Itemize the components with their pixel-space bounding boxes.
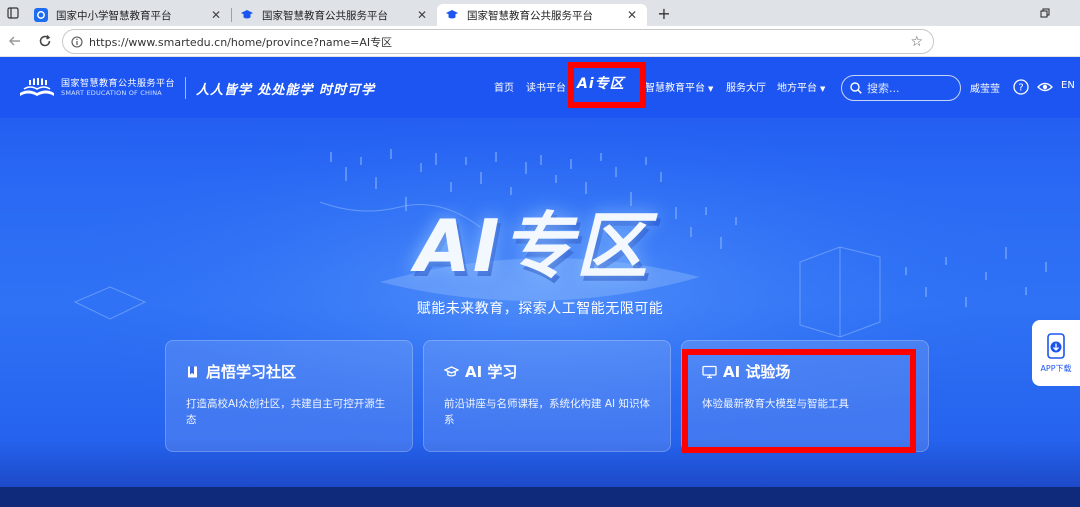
site-search-input[interactable]: 搜索...: [841, 75, 961, 101]
book-icon: [188, 366, 197, 377]
card-title: 启悟学习社区: [206, 363, 297, 381]
tab-title: 国家中小学智慧教育平台: [56, 9, 172, 22]
graduation-cap-favicon-icon: [446, 10, 458, 19]
card-description: 体验最新教育大模型与智能工具: [702, 398, 849, 410]
open-book-logo-icon: [20, 78, 54, 96]
address-bar[interactable]: https://www.smartedu.cn/home/province?na…: [62, 29, 934, 54]
card-title-row: AI 试验场: [702, 361, 908, 382]
card-title-row: AI 学习: [444, 361, 650, 382]
tab-title: 国家智慧教育公共服务平台: [262, 9, 388, 22]
graduation-cap-favicon-icon: [241, 10, 253, 19]
browser-address-row: https://www.smartedu.cn/home/province?na…: [0, 26, 1080, 76]
logo-divider: [185, 77, 187, 99]
page-bottom-band: [0, 487, 1080, 507]
search-icon: [850, 82, 862, 94]
logo-text: 国家智慧教育公共服务平台 SMART EDUCATION OF CHINA: [61, 79, 175, 97]
logo-title-en: SMART EDUCATION OF CHINA: [61, 89, 162, 97]
browser-tab-3-active[interactable]: 国家智慧教育公共服务平台 ✕: [437, 4, 647, 26]
svg-text:?: ?: [1018, 83, 1023, 94]
hero-subtitle: 赋能未来教育，探索人工智能无限可能: [416, 301, 664, 317]
browser-tab-2[interactable]: 国家智慧教育公共服务平台 ✕: [232, 4, 437, 26]
help-icon[interactable]: ?: [1013, 79, 1029, 95]
info-icon[interactable]: [71, 35, 83, 48]
site-slogan: 人人皆学 处处能学 时时可学: [196, 82, 376, 98]
accessibility-eye-icon[interactable]: [1037, 79, 1053, 95]
search-placeholder: 搜索...: [867, 82, 900, 95]
browser-tab-1[interactable]: 国家中小学智慧教育平台 ✕: [26, 4, 231, 26]
new-tab-button[interactable]: +: [651, 2, 677, 24]
chevron-down-icon: ▼: [708, 85, 714, 93]
user-name[interactable]: 威莹莹: [970, 80, 1000, 95]
nav-local-platform[interactable]: 地方平台 ▼: [777, 79, 825, 94]
card-description: 打造高校AI众创社区，共建自主可控开源生态: [186, 398, 386, 426]
tab-close-icon[interactable]: ✕: [209, 8, 223, 22]
reload-icon[interactable]: [32, 28, 58, 54]
card-description: 前沿讲座与名师课程，系统化构建 AI 知识体系: [444, 398, 650, 426]
window-menu-icon[interactable]: [0, 0, 26, 26]
hero-title: AI专区: [415, 204, 650, 288]
card-title: AI 试验场: [723, 363, 791, 381]
tab-close-icon[interactable]: ✕: [415, 8, 429, 22]
favorite-star-icon[interactable]: ☆: [910, 34, 923, 50]
nav-ai-zone[interactable]: Ai专区: [577, 73, 625, 93]
nav-label: 地方平台: [777, 83, 817, 94]
page-content: 国家智慧教育公共服务平台 SMART EDUCATION OF CHINA 人人…: [0, 57, 1080, 507]
app-download-button[interactable]: APP下载: [1032, 320, 1080, 386]
phone-download-icon: [1047, 332, 1065, 359]
nav-smart-education-platform[interactable]: 智慧教育平台 ▼: [645, 79, 713, 94]
card-ai-playground[interactable]: AI 试验场 体验最新教育大模型与智能工具: [681, 340, 929, 452]
card-title-row: 启悟学习社区: [186, 361, 392, 382]
monitor-icon: [702, 365, 717, 378]
tab-title: 国家智慧教育公共服务平台: [467, 9, 593, 22]
url-text: https://www.smartedu.cn/home/province?na…: [89, 35, 393, 49]
chevron-down-icon: ▼: [820, 85, 826, 93]
graduation-cap-icon: [444, 365, 459, 377]
card-community[interactable]: 启悟学习社区 打造高校AI众创社区，共建自主可控开源生态: [165, 340, 413, 452]
logo-title-cn: 国家智慧教育公共服务平台: [61, 79, 176, 89]
card-ai-learning[interactable]: AI 学习 前沿讲座与名师课程，系统化构建 AI 知识体系: [423, 340, 671, 452]
nav-service-hall[interactable]: 服务大厅: [726, 79, 766, 94]
site-header: 国家智慧教育公共服务平台 SMART EDUCATION OF CHINA 人人…: [0, 57, 1080, 118]
nav-home[interactable]: 首页: [494, 79, 514, 94]
site-favicon-icon: [34, 8, 48, 22]
app-download-label: APP下载: [1040, 363, 1072, 373]
back-arrow-icon[interactable]: [2, 28, 28, 54]
nav-reading-platform[interactable]: 读书平台: [526, 79, 566, 94]
language-switch[interactable]: EN: [1061, 80, 1075, 91]
tab-close-icon[interactable]: ✕: [625, 8, 639, 22]
site-logo[interactable]: 国家智慧教育公共服务平台 SMART EDUCATION OF CHINA 人人…: [18, 77, 375, 99]
browser-tab-strip: 国家中小学智慧教育平台 ✕ 国家智慧教育公共服务平台 ✕ 国家智慧教育公共服务平…: [0, 0, 1080, 26]
card-title: AI 学习: [465, 363, 518, 381]
nav-label: 智慧教育平台: [645, 83, 705, 94]
restore-window-icon[interactable]: [1030, 0, 1060, 26]
